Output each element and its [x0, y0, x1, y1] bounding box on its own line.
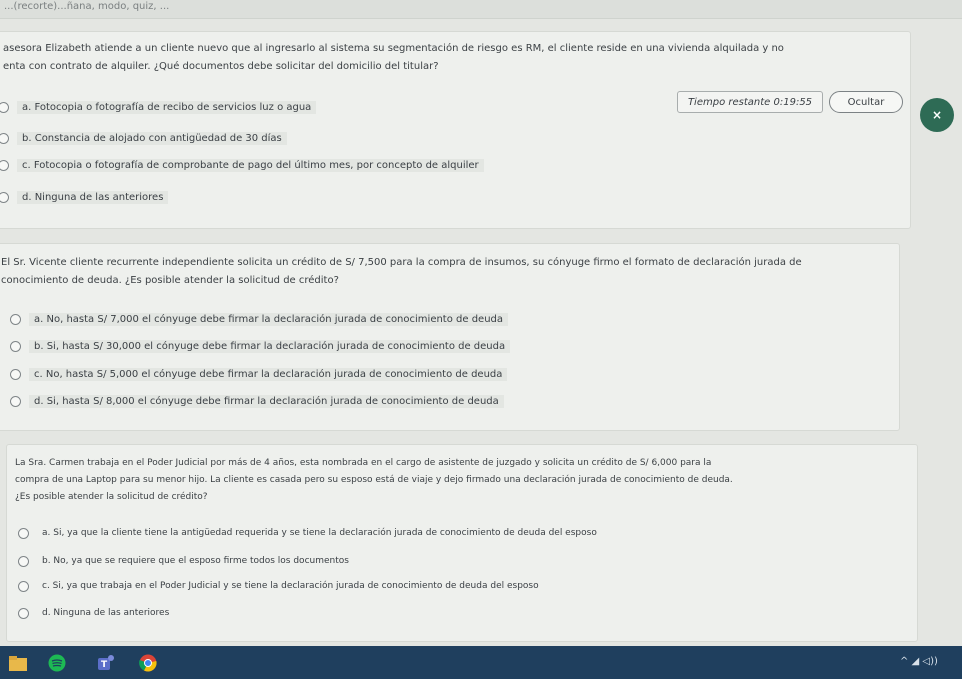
radio-button[interactable]: [10, 368, 21, 380]
question-2-option-c[interactable]: c. No, hasta S/ 5,000 el cónyuge debe fi…: [10, 366, 508, 382]
question-2-option-b[interactable]: b. Si, hasta S/ 30,000 el cónyuge debe f…: [10, 338, 511, 354]
option-label: b. No, ya que se requiere que el esposo …: [42, 556, 349, 566]
question-3-option-b[interactable]: b. No, ya que se requiere que el esposo …: [18, 553, 354, 569]
option-label: b. Si, hasta S/ 30,000 el cónyuge debe f…: [29, 339, 511, 353]
option-label: a. Si, ya que la cliente tiene la antigü…: [42, 528, 597, 538]
option-label: c. Fotocopia o fotografía de comprobante…: [17, 158, 484, 172]
question-2-option-a[interactable]: a. No, hasta S/ 7,000 el cónyuge debe fi…: [10, 311, 509, 327]
question-1-option-b[interactable]: b. Constancia de alojado con antigüedad …: [0, 130, 287, 146]
option-label: d. Si, hasta S/ 8,000 el cónyuge debe fi…: [29, 394, 504, 408]
radio-button[interactable]: [0, 191, 9, 203]
file-explorer-icon[interactable]: [8, 654, 28, 672]
question-3-line-3: ¿Es posible atender la solicitud de créd…: [15, 492, 208, 502]
question-2-line-1: El Sr. Vicente cliente recurrente indepe…: [1, 257, 802, 268]
radio-button[interactable]: [18, 555, 29, 567]
hide-timer-button[interactable]: Ocultar: [829, 91, 903, 113]
option-label: a. Fotocopia o fotografía de recibo de s…: [17, 100, 317, 114]
question-1-option-d[interactable]: d. Ninguna de las anteriores: [0, 189, 169, 205]
question-3-option-c[interactable]: c. Si, ya que trabaja en el Poder Judici…: [18, 578, 544, 594]
radio-button[interactable]: [18, 607, 29, 619]
radio-button[interactable]: [10, 395, 21, 407]
taskbar: T ^ ◢ ◁)): [0, 646, 962, 679]
browser-tab-strip: ...(recorte)...ñana, modo, quiz, ...: [0, 0, 962, 19]
question-2-line-2: conocimiento de deuda. ¿Es posible atend…: [1, 275, 339, 286]
question-1-line-2: enta con contrato de alquiler. ¿Qué docu…: [3, 61, 439, 72]
question-3-line-2: compra de una Laptop para su menor hijo.…: [15, 475, 733, 485]
teams-icon[interactable]: T: [96, 654, 116, 672]
close-icon[interactable]: ×: [920, 98, 954, 132]
browser-tab-text: ...(recorte)...ñana, modo, quiz, ...: [4, 1, 170, 12]
question-3-option-a[interactable]: a. Si, ya que la cliente tiene la antigü…: [18, 525, 602, 541]
radio-button[interactable]: [10, 313, 21, 325]
time-remaining: Tiempo restante 0:19:55: [677, 91, 823, 113]
svg-text:T: T: [101, 660, 108, 670]
radio-button[interactable]: [0, 132, 9, 144]
radio-button[interactable]: [0, 101, 9, 113]
question-3-line-1: La Sra. Carmen trabaja en el Poder Judic…: [15, 458, 712, 468]
spotify-icon[interactable]: [47, 654, 67, 672]
question-2-option-d[interactable]: d. Si, hasta S/ 8,000 el cónyuge debe fi…: [10, 393, 504, 409]
option-label: b. Constancia de alojado con antigüedad …: [17, 131, 287, 145]
option-label: a. No, hasta S/ 7,000 el cónyuge debe fi…: [29, 312, 509, 326]
radio-button[interactable]: [18, 580, 29, 592]
option-label: d. Ninguna de las anteriores: [42, 608, 170, 618]
radio-button[interactable]: [0, 159, 9, 171]
radio-button[interactable]: [10, 340, 21, 352]
option-label: c. Si, ya que trabaja en el Poder Judici…: [42, 581, 539, 591]
question-3-option-d[interactable]: d. Ninguna de las anteriores: [18, 605, 174, 621]
question-1-line-1: asesora Elizabeth atiende a un cliente n…: [3, 43, 784, 54]
question-1-option-a[interactable]: a. Fotocopia o fotografía de recibo de s…: [0, 99, 317, 115]
system-tray[interactable]: ^ ◢ ◁)): [900, 656, 938, 667]
chrome-icon[interactable]: [138, 654, 158, 672]
radio-button[interactable]: [18, 527, 29, 539]
question-1-option-c[interactable]: c. Fotocopia o fotografía de comprobante…: [0, 157, 484, 173]
option-label: c. No, hasta S/ 5,000 el cónyuge debe fi…: [29, 367, 508, 381]
option-label: d. Ninguna de las anteriores: [17, 190, 169, 204]
